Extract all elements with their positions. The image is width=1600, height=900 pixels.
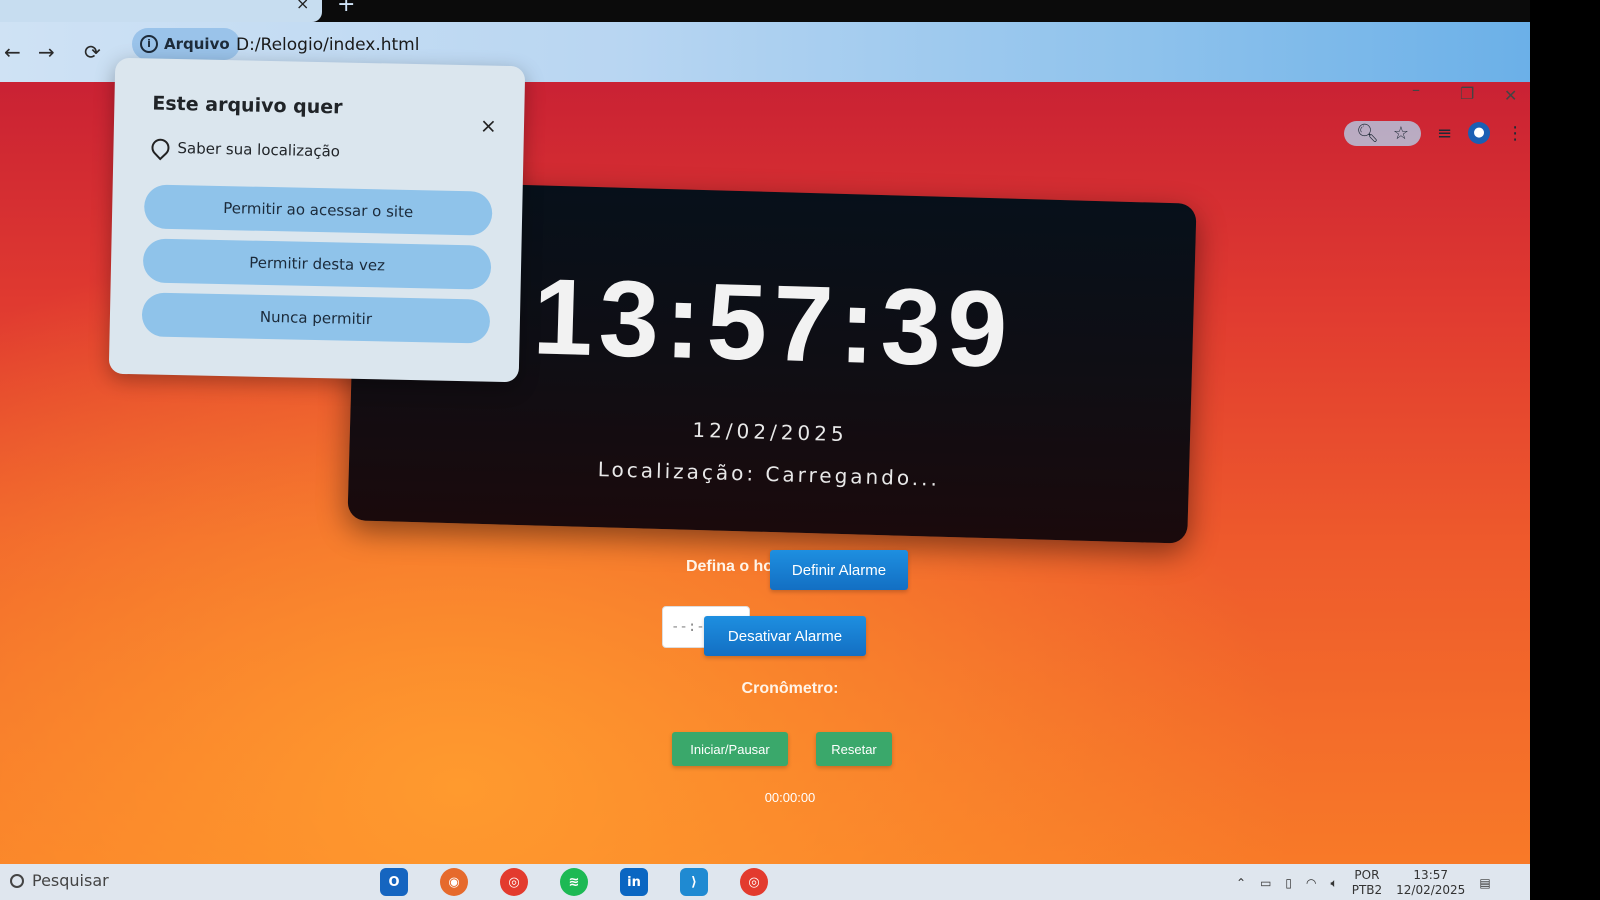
zoom-icon[interactable]: 🔍︎: [1356, 123, 1379, 144]
close-icon[interactable]: ×: [480, 113, 497, 137]
tab-strip: × +: [0, 0, 1530, 22]
forward-icon[interactable]: →: [38, 40, 55, 64]
tray-time: 13:57: [1413, 868, 1449, 882]
clock-date: 12/02/2025: [692, 417, 848, 447]
vscode-icon[interactable]: ⟩: [680, 868, 708, 896]
chrome-active-icon[interactable]: ◎: [740, 868, 768, 896]
allow-on-visit-button[interactable]: Permitir ao acessar o site: [143, 184, 493, 236]
media-control-icon[interactable]: ≡: [1437, 123, 1452, 144]
language-code: POR: [1354, 868, 1380, 882]
system-tray: ⌃ ▭ ▯ ◠ 🔈︎ POR PTB2 13:57 12/02/2025 ▤: [1236, 868, 1491, 898]
spotify-icon[interactable]: ≋: [560, 868, 588, 896]
start-pause-button[interactable]: Iniciar/Pausar: [672, 732, 788, 766]
linkedin-icon[interactable]: in: [620, 868, 648, 896]
active-tab[interactable]: ×: [0, 0, 322, 22]
new-tab-button[interactable]: +: [337, 0, 355, 17]
permission-popup: Este arquivo quer × Saber sua localizaçã…: [108, 57, 526, 383]
tab-close-icon[interactable]: ×: [296, 0, 309, 13]
chevron-up-icon[interactable]: ⌃: [1236, 876, 1246, 890]
chrome-icon[interactable]: ◎: [500, 868, 528, 896]
clock-tray[interactable]: 13:57 12/02/2025: [1396, 868, 1465, 898]
permission-row: Saber sua localização: [151, 139, 341, 161]
wifi-icon[interactable]: ◠: [1306, 876, 1316, 890]
minimize-icon[interactable]: –: [1412, 80, 1420, 99]
reset-button[interactable]: Resetar: [816, 732, 892, 766]
site-info-label: Arquivo: [164, 35, 230, 53]
search-icon: [10, 873, 24, 888]
close-window-icon[interactable]: ✕: [1504, 86, 1517, 105]
stopwatch-display: 00:00:00: [764, 790, 816, 805]
menu-icon[interactable]: ⋮: [1506, 123, 1524, 144]
never-allow-button[interactable]: Nunca permitir: [141, 292, 491, 344]
allow-this-time-button[interactable]: Permitir desta vez: [142, 238, 492, 290]
notification-icon[interactable]: ▤: [1479, 876, 1490, 890]
permission-text: Saber sua localização: [177, 139, 341, 161]
toolbar-actions: 🔍︎ ☆ ≡ ● ⋮: [1344, 118, 1524, 148]
taskbar-search[interactable]: Pesquisar: [10, 871, 109, 890]
set-alarm-button[interactable]: Definir Alarme: [770, 550, 908, 590]
restore-icon[interactable]: ❐: [1460, 84, 1474, 103]
taskbar-apps: O ◉ ◎ ≋ in ⟩ ◎: [380, 868, 768, 896]
outlook-icon[interactable]: O: [380, 868, 408, 896]
back-icon[interactable]: ←: [4, 40, 21, 64]
volume-icon[interactable]: 🔈︎: [1331, 876, 1338, 891]
meet-icon[interactable]: ▭: [1260, 876, 1271, 890]
language-indicator[interactable]: POR PTB2: [1352, 868, 1382, 898]
clock-location: Localização: Carregando...: [597, 457, 941, 491]
reload-icon[interactable]: ⟳: [84, 40, 101, 64]
tray-date: 12/02/2025: [1396, 883, 1466, 897]
firefox-icon[interactable]: ◉: [440, 868, 468, 896]
url-text[interactable]: D:/Relogio/index.html: [236, 35, 419, 55]
disable-alarm-button[interactable]: Desativar Alarme: [704, 616, 866, 656]
search-placeholder: Pesquisar: [32, 871, 109, 890]
battery-icon[interactable]: ▯: [1285, 876, 1292, 890]
popup-title: Este arquivo quer: [152, 92, 343, 119]
profile-avatar-icon[interactable]: ●: [1468, 122, 1491, 144]
omnibox-actions: 🔍︎ ☆: [1344, 120, 1421, 146]
bookmark-star-icon[interactable]: ☆: [1393, 123, 1409, 144]
info-icon: i: [140, 35, 158, 53]
keyboard-code: PTB2: [1351, 883, 1383, 897]
location-pin-icon: [151, 139, 165, 157]
taskbar: Pesquisar O ◉ ◎ ≋ in ⟩ ◎ ⌃ ▭ ▯ ◠ 🔈︎ POR …: [0, 864, 1530, 900]
site-info-chip[interactable]: i Arquivo: [132, 28, 240, 60]
address-bar[interactable]: i Arquivo D:/Relogio/index.html: [128, 24, 1528, 64]
stopwatch-label: Cronômetro:: [741, 680, 839, 697]
